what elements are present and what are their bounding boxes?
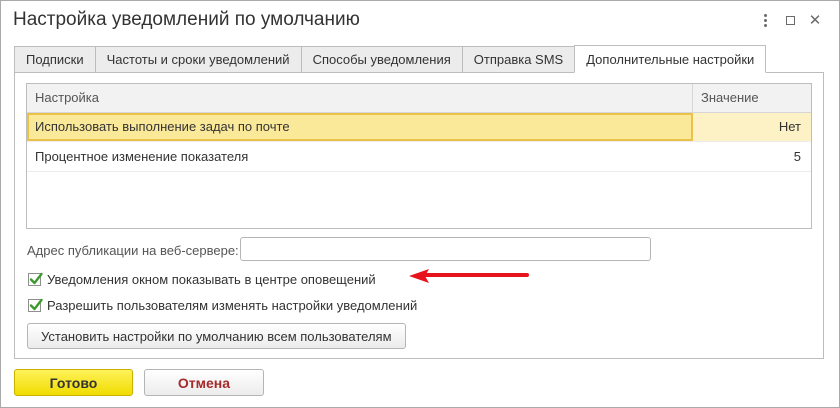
allow-users-checkbox-row[interactable]: Разрешить пользователям изменять настрой… (28, 298, 417, 313)
publication-address-label: Адрес публикации на веб-сервере: (27, 243, 239, 258)
row-value-cell[interactable]: Нет (693, 113, 811, 141)
notification-center-checkbox-label: Уведомления окном показывать в центре оп… (47, 272, 376, 287)
tab-additional-settings[interactable]: Дополнительные настройки (574, 45, 767, 73)
ok-button[interactable]: Готово (14, 369, 133, 396)
maximize-icon[interactable] (781, 11, 799, 29)
table-row[interactable]: Использовать выполнение задач по почте Н… (27, 113, 811, 142)
red-arrow-annotation (409, 269, 529, 283)
allow-users-checkbox[interactable] (28, 298, 43, 312)
title-bar: Настройка уведомлений по умолчанию ✕ (1, 1, 839, 41)
checkmark-icon (29, 298, 43, 311)
dialog-title: Настройка уведомлений по умолчанию (13, 9, 360, 30)
cancel-button[interactable]: Отмена (144, 369, 264, 396)
row-setting-cell[interactable]: Процентное изменение показателя (27, 143, 693, 171)
tab-subscriptions[interactable]: Подписки (14, 46, 95, 73)
column-header-value[interactable]: Значение (693, 84, 811, 112)
publication-address-input[interactable] (240, 237, 651, 261)
tab-bar: Подписки Частоты и сроки уведомлений Спо… (14, 45, 767, 73)
tab-methods[interactable]: Способы уведомления (300, 46, 462, 73)
notification-center-checkbox-row[interactable]: Уведомления окном показывать в центре оп… (28, 272, 376, 287)
tab-panel: Настройка Значение Использовать выполнен… (14, 72, 824, 359)
set-defaults-for-all-users-button[interactable]: Установить настройки по умолчанию всем п… (27, 323, 406, 349)
row-setting-cell[interactable]: Использовать выполнение задач по почте (27, 113, 693, 141)
table-row[interactable]: Процентное изменение показателя 5 (27, 143, 811, 172)
notification-center-checkbox[interactable] (28, 272, 43, 286)
checkmark-icon (29, 272, 43, 285)
tab-frequencies[interactable]: Частоты и сроки уведомлений (94, 46, 301, 73)
kebab-menu-icon[interactable] (756, 11, 774, 29)
settings-table: Настройка Значение Использовать выполнен… (26, 83, 812, 229)
table-header: Настройка Значение (27, 84, 811, 113)
row-value-cell[interactable]: 5 (693, 143, 811, 171)
tab-sms[interactable]: Отправка SMS (461, 46, 575, 73)
allow-users-checkbox-label: Разрешить пользователям изменять настрой… (47, 298, 418, 313)
settings-dialog: Настройка уведомлений по умолчанию ✕ Под… (0, 0, 840, 408)
close-icon[interactable]: ✕ (806, 11, 824, 29)
column-header-setting[interactable]: Настройка (27, 84, 693, 112)
